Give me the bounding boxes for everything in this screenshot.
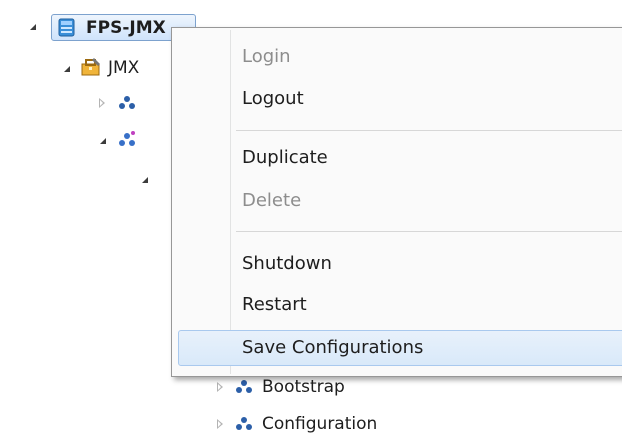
- tree-jmx-label: JMX: [108, 58, 140, 78]
- menu-separator: [236, 130, 622, 131]
- collapse-arrow-icon[interactable]: [217, 419, 223, 429]
- menu-item-restart[interactable]: Restart: [178, 287, 622, 323]
- expand-arrow-icon[interactable]: [64, 66, 70, 72]
- menu-item-delete[interactable]: Delete: [178, 183, 622, 219]
- context-menu: Login Logout Duplicate Delete Shutdown R…: [171, 27, 622, 377]
- expand-arrow-icon[interactable]: [100, 138, 106, 144]
- expand-arrow-icon[interactable]: [142, 177, 148, 183]
- server-icon: [56, 17, 77, 38]
- menu-item-logout[interactable]: Logout: [178, 81, 622, 117]
- menu-item-login[interactable]: Login: [178, 39, 622, 75]
- toolbox-icon: [80, 56, 102, 78]
- menu-item-duplicate[interactable]: Duplicate: [178, 140, 622, 176]
- tree-item-configuration-label[interactable]: Configuration: [262, 414, 377, 434]
- collapse-arrow-icon[interactable]: [217, 382, 223, 392]
- bundle-icon: [234, 378, 254, 396]
- collapse-arrow-icon[interactable]: [99, 98, 105, 108]
- bundle-icon: [234, 415, 254, 433]
- bundle-icon: [117, 94, 137, 112]
- menu-item-shutdown[interactable]: Shutdown: [178, 246, 622, 282]
- expand-arrow-icon[interactable]: [30, 24, 36, 30]
- tree-item-bootstrap-label[interactable]: Bootstrap: [262, 377, 345, 397]
- menu-item-save-configurations[interactable]: Save Configurations: [178, 330, 622, 366]
- tree-root-label: FPS-JMX: [86, 18, 166, 38]
- bundle-group-icon: [117, 130, 137, 148]
- menu-separator: [236, 231, 622, 232]
